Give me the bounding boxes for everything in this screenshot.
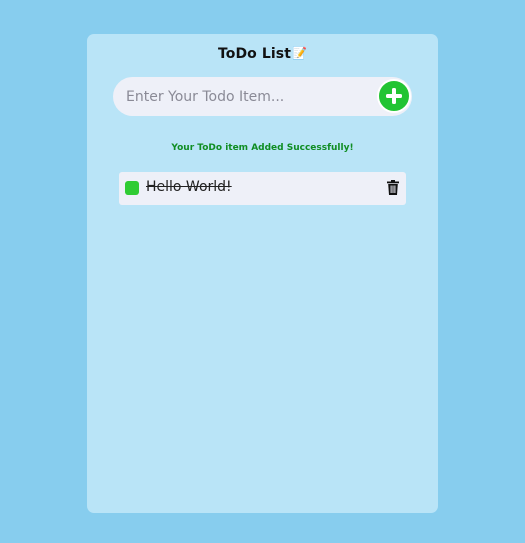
- trash-icon: [387, 180, 399, 195]
- app-title-text: ToDo List: [217, 46, 292, 62]
- status-message: Your ToDo item Added Successfully!: [171, 143, 354, 153]
- app-title: ToDo List📝: [87, 46, 438, 62]
- todo-text[interactable]: Hello World!: [146, 179, 232, 195]
- todo-card: ToDo List📝 Your ToDo item Added Successf…: [87, 34, 438, 513]
- delete-todo-button[interactable]: [387, 180, 399, 195]
- plus-icon: [386, 88, 402, 104]
- todo-item: Hello World!: [119, 172, 406, 205]
- todo-input-container: [113, 77, 412, 116]
- todo-checkbox[interactable]: [125, 181, 139, 195]
- todo-input[interactable]: [113, 77, 363, 116]
- memo-icon: 📝: [292, 46, 308, 60]
- todo-list: Hello World!: [119, 172, 406, 205]
- add-todo-button[interactable]: [377, 79, 411, 113]
